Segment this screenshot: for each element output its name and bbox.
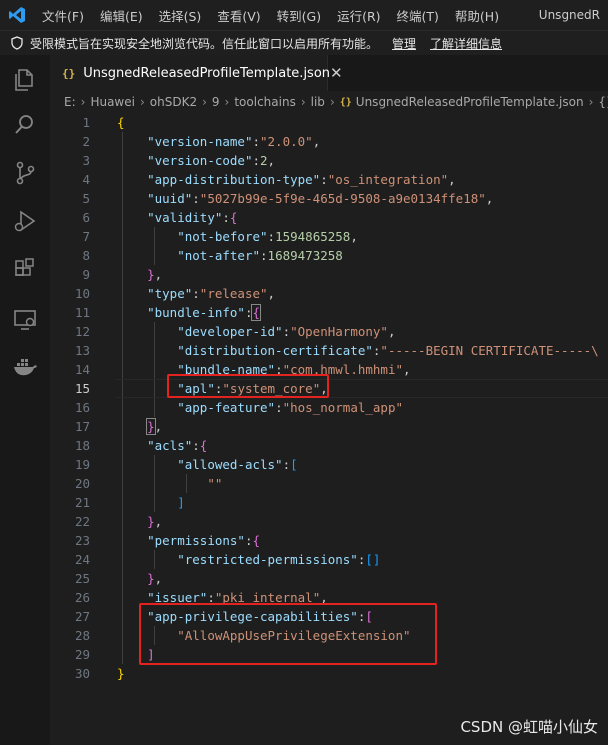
breadcrumb-item[interactable]: ohSDK2	[150, 95, 197, 109]
menu-run[interactable]: 运行(R)	[329, 6, 388, 25]
code-line: 9 },	[82, 267, 163, 282]
breadcrumb-item[interactable]: UnsgnedReleasedProfileTemplate.json	[356, 95, 584, 109]
explorer-icon[interactable]	[11, 65, 39, 93]
chevron-right-icon: ›	[588, 95, 594, 109]
source-control-icon[interactable]	[11, 159, 39, 187]
code-line: 21 ]	[74, 495, 185, 510]
search-icon[interactable]	[11, 111, 39, 139]
close-icon[interactable]: ✕	[330, 64, 343, 82]
code-line: 18 "acls":{	[74, 438, 208, 453]
code-line: 11 "bundle-info":{	[74, 304, 261, 321]
breadcrumb: E: › Huawei › ohSDK2 › 9 › toolchains › …	[50, 91, 608, 113]
code-line: 24 "restricted-permissions":[]	[74, 552, 381, 567]
code-line: 16 "app-feature":"hos_normal_app"	[74, 400, 404, 415]
code-line: 25 },	[74, 571, 163, 586]
chevron-right-icon: ›	[329, 95, 335, 109]
code-line: 19 "allowed-acls":[	[74, 457, 298, 472]
code-line: 20 ""	[74, 476, 223, 491]
code-line: 30}	[74, 666, 125, 681]
code-line-current: 15 "apl":"system_core",	[50, 379, 608, 398]
menu-go[interactable]: 转到(G)	[269, 6, 329, 25]
chevron-right-icon: ›	[202, 95, 207, 109]
manage-link[interactable]: 管理	[392, 35, 416, 52]
menu-help[interactable]: 帮助(H)	[447, 6, 507, 25]
tab-filename: UnsgnedReleasedProfileTemplate.json	[83, 65, 331, 81]
editor-tab-bar: {} UnsgnedReleasedProfileTemplate.json ✕	[50, 55, 608, 91]
apl-highlight-box	[167, 374, 329, 398]
code-line: 3 "version-code":2,	[82, 153, 276, 168]
code-line: 12 "developer-id":"OpenHarmony",	[74, 324, 396, 339]
learn-more-link[interactable]: 了解详细信息	[430, 35, 502, 52]
chevron-right-icon: ›	[80, 95, 86, 109]
breadcrumb-item[interactable]: toolchains	[234, 95, 295, 109]
docker-icon[interactable]	[11, 353, 39, 381]
breadcrumb-item[interactable]: lib	[311, 95, 325, 109]
breadcrumb-item[interactable]: {}	[598, 95, 608, 109]
code-line: 4 "app-distribution-type":"os_integratio…	[82, 172, 456, 187]
code-line: 2 "version-name":"2.0.0",	[82, 134, 321, 149]
code-line: 1{	[82, 115, 125, 130]
extensions-icon[interactable]	[11, 255, 39, 283]
json-file-icon: {}	[62, 66, 76, 80]
editor-tab-active[interactable]: {} UnsgnedReleasedProfileTemplate.json ✕	[50, 55, 343, 91]
code-line: 17 },	[74, 418, 163, 435]
breadcrumb-item[interactable]: E:	[64, 95, 76, 109]
shield-icon	[11, 36, 23, 50]
code-line: 6 "validity":{	[82, 210, 238, 225]
breadcrumb-item[interactable]: 9	[212, 95, 220, 109]
json-file-icon: {}	[339, 96, 352, 108]
code-line: 22 },	[74, 514, 163, 529]
banner-message: 受限模式旨在实现安全地浏览代码。信任此窗口以启用所有功能。	[30, 36, 379, 51]
code-line: 10 "type":"release",	[74, 286, 276, 301]
vscode-logo-icon	[0, 0, 34, 30]
run-debug-icon[interactable]	[11, 207, 39, 235]
menu-terminal[interactable]: 终端(T)	[389, 6, 447, 25]
code-line: 5 "uuid":"5027b99e-5f9e-465d-9508-a9e013…	[82, 191, 494, 206]
code-line: 14 "bundle-name":"com.hmwl.hmhmi",	[74, 362, 411, 377]
breadcrumb-item[interactable]: Huawei	[90, 95, 135, 109]
code-line: 7 "not-before":1594865258,	[82, 229, 358, 244]
title-bar: 文件(F) 编辑(E) 选择(S) 查看(V) 转到(G) 运行(R) 终端(T…	[0, 0, 608, 30]
privilege-capabilities-highlight-box	[139, 603, 437, 665]
chevron-right-icon: ›	[224, 95, 230, 109]
menu-selection[interactable]: 选择(S)	[151, 6, 210, 25]
menu-edit[interactable]: 编辑(E)	[92, 6, 151, 25]
window-title: UnsgnedR	[538, 8, 600, 22]
code-line: 23 "permissions":{	[74, 533, 261, 548]
restricted-mode-banner: 受限模式旨在实现安全地浏览代码。信任此窗口以启用所有功能。 管理 了解详细信息	[0, 30, 608, 55]
chevron-right-icon: ›	[300, 95, 306, 109]
menu-file[interactable]: 文件(F)	[34, 6, 92, 25]
code-line: 8 "not-after":1689473258	[82, 248, 343, 263]
code-line: 13 "distribution-certificate":"-----BEGI…	[74, 343, 599, 358]
chevron-right-icon: ›	[139, 95, 145, 109]
activity-bar	[0, 55, 50, 745]
menu-view[interactable]: 查看(V)	[209, 6, 268, 25]
remote-explorer-icon[interactable]	[11, 305, 39, 333]
watermark: CSDN @虹喵小仙女	[460, 718, 598, 736]
